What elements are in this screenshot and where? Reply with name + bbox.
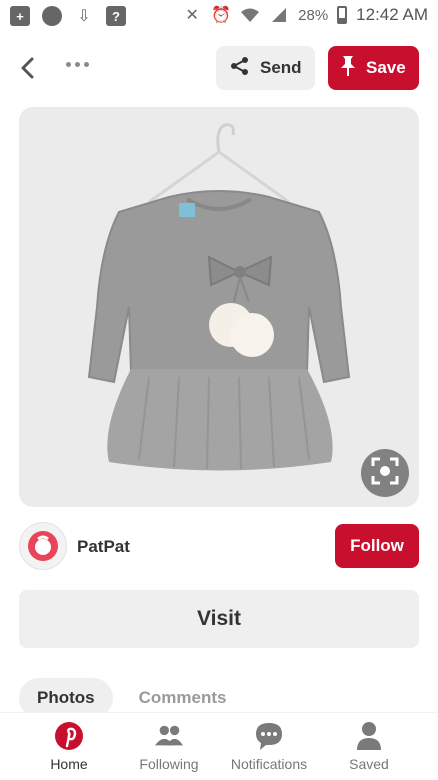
- visual-search-icon: [370, 456, 400, 491]
- send-label: Send: [260, 58, 302, 77]
- creator-name[interactable]: PatPat: [77, 537, 130, 557]
- send-button[interactable]: Send: [216, 46, 315, 90]
- help-icon: ?: [106, 6, 126, 26]
- save-button[interactable]: Save: [328, 46, 419, 90]
- save-label: Save: [366, 58, 406, 77]
- pin-toolbar: Send Save: [0, 44, 438, 94]
- creator-avatar[interactable]: [19, 522, 67, 570]
- nav-following[interactable]: Following: [119, 721, 219, 772]
- clock-time: 12:42 AM: [356, 5, 428, 24]
- pin-image[interactable]: [19, 107, 419, 507]
- circle-icon: [42, 6, 62, 26]
- download-icon: ⇩: [77, 8, 91, 25]
- bottom-nav: Home Following Notifications Saved: [0, 712, 438, 780]
- nav-home-label: Home: [50, 756, 88, 772]
- speech-bubble-icon: [254, 721, 284, 751]
- nav-notifications[interactable]: Notifications: [219, 721, 319, 772]
- alarm-icon: ⏰: [211, 7, 232, 24]
- wifi-icon: [240, 5, 260, 25]
- more-options-icon[interactable]: [66, 62, 89, 67]
- nav-home[interactable]: Home: [19, 721, 119, 772]
- nav-saved[interactable]: Saved: [319, 721, 419, 772]
- status-left-icons: + ⇩ ?: [10, 6, 126, 26]
- battery-icon: [337, 6, 348, 24]
- dress-illustration: [87, 123, 351, 471]
- status-right: ✕ ⏰ 28% 12:42 AM: [182, 5, 428, 25]
- patpat-logo-icon: [28, 531, 58, 561]
- person-icon: [354, 721, 384, 751]
- back-arrow-icon[interactable]: [14, 54, 42, 82]
- cell-signal-icon: [269, 5, 289, 25]
- visit-button[interactable]: Visit: [19, 590, 419, 648]
- pushpin-icon: [340, 55, 356, 82]
- nav-saved-label: Saved: [349, 756, 389, 772]
- people-icon: [154, 721, 184, 751]
- nav-notifications-label: Notifications: [230, 756, 308, 772]
- follow-button[interactable]: Follow: [335, 524, 419, 568]
- share-icon: [230, 56, 250, 81]
- creator-row: PatPat Follow: [19, 522, 419, 572]
- vibrate-off-icon: ✕: [185, 7, 199, 24]
- status-bar: + ⇩ ? ✕ ⏰ 28% 12:42 AM: [0, 0, 438, 32]
- visual-search-button[interactable]: [361, 449, 409, 497]
- nav-following-label: Following: [139, 756, 199, 772]
- battery-percent: 28%: [298, 6, 329, 24]
- add-box-icon: +: [10, 6, 30, 26]
- pinterest-logo-icon: [54, 721, 84, 751]
